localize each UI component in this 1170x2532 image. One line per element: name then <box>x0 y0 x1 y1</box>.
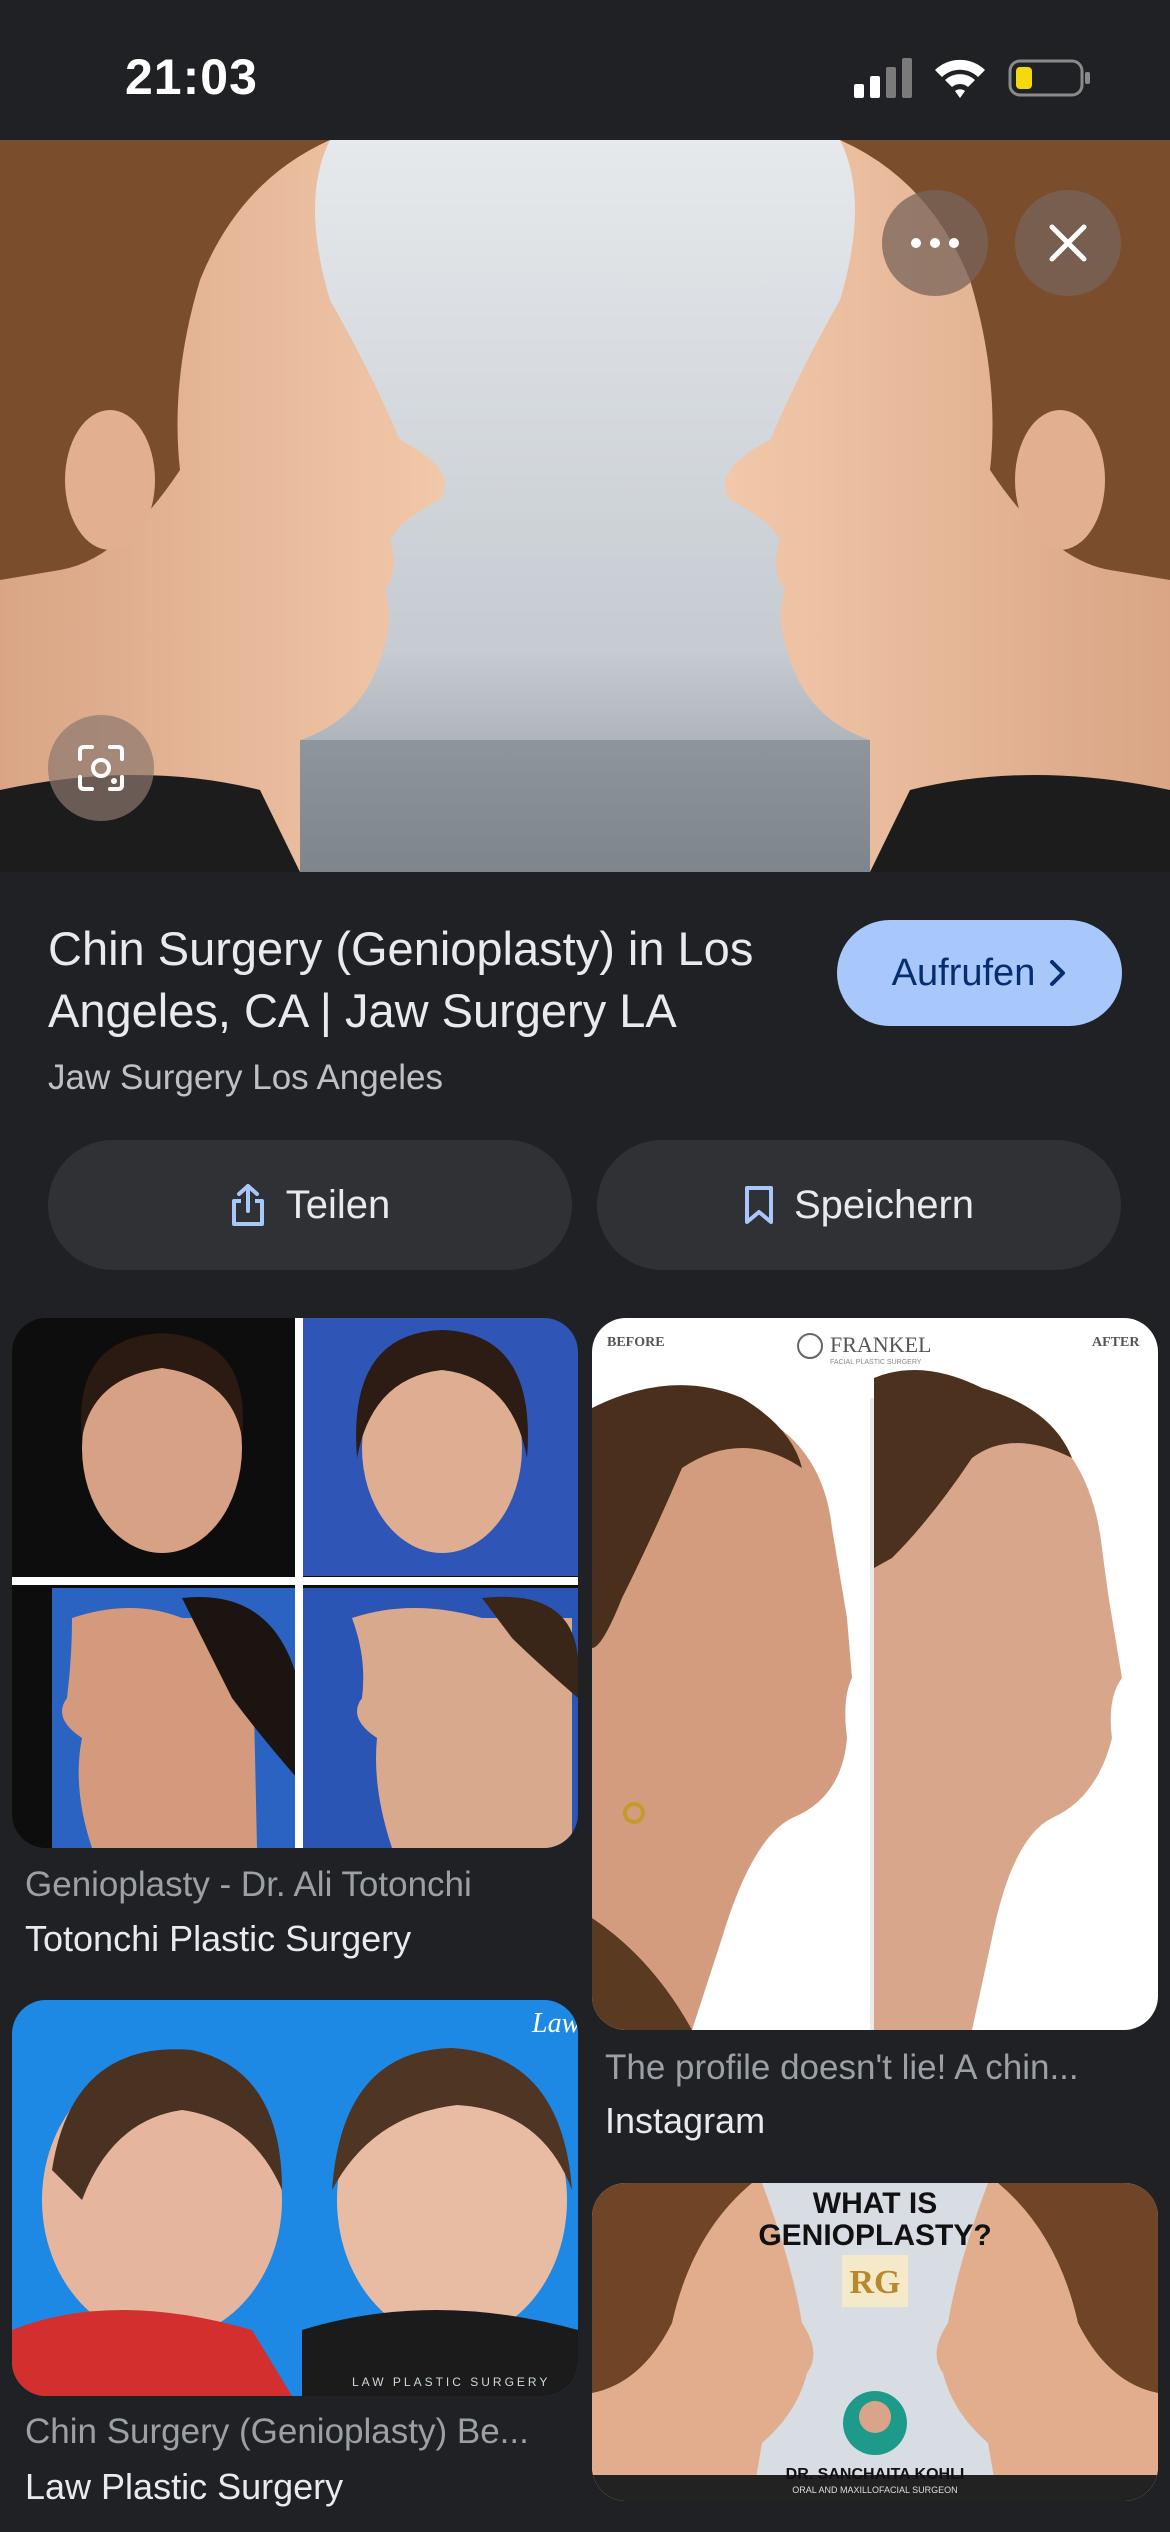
card-photo: Law LAW PLASTIC SURGERY <box>12 2000 578 2396</box>
overlay-doctor-name: DR. SANCHAITA KOHLI <box>786 2466 965 2483</box>
brand-sub-label: FACIAL PLASTIC SURGERY <box>830 1359 922 1366</box>
close-icon <box>1049 224 1087 262</box>
overlay-title-2: GENIOPLASTY? <box>758 2219 991 2252</box>
visit-button[interactable]: Aufrufen <box>837 920 1122 1026</box>
card-caption: Chin Surgery (Genioplasty) Be... <box>25 2412 529 2451</box>
hero-photo <box>0 140 1170 872</box>
brand-label: FRANKEL <box>830 1332 931 1357</box>
share-button-label: Teilen <box>285 1182 391 1227</box>
after-label: AFTER <box>1092 1335 1140 1350</box>
before-label: BEFORE <box>607 1335 665 1350</box>
lens-search-button[interactable] <box>48 715 154 821</box>
card-photo <box>12 1318 578 1848</box>
result-card-image[interactable] <box>12 1318 578 1848</box>
status-time: 21:03 <box>125 49 258 105</box>
bookmark-icon <box>744 1186 773 1224</box>
hero-image[interactable] <box>0 140 1170 872</box>
card-caption: The profile doesn't lie! A chin... <box>605 2048 1079 2087</box>
card-site[interactable]: Law Plastic Surgery <box>25 2466 343 2508</box>
result-card-image[interactable]: WHAT IS GENIOPLASTY? RG DR. SANCHAITA KO… <box>592 2183 1158 2501</box>
save-button[interactable]: Speichern <box>597 1140 1121 1270</box>
card-site[interactable]: Totonchi Plastic Surgery <box>25 1918 411 1960</box>
visit-button-label: Aufrufen <box>891 951 1036 994</box>
rg-logo: RG <box>850 2264 901 2301</box>
overlay-doctor-role: ORAL AND MAXILLOFACIAL SURGEON <box>792 2485 957 2495</box>
card-photo: WHAT IS GENIOPLASTY? RG DR. SANCHAITA KO… <box>592 2183 1158 2501</box>
chevron-right-icon <box>1050 960 1066 986</box>
card-photo: BEFORE AFTER FRANKEL FACIAL PLASTIC SURG… <box>592 1318 1158 2030</box>
close-button[interactable] <box>1015 190 1121 296</box>
card-site[interactable]: Instagram <box>605 2100 765 2142</box>
card-caption: Genioplasty - Dr. Ali Totonchi <box>25 1865 472 1904</box>
battery-icon <box>1008 59 1090 97</box>
share-icon <box>231 1184 264 1226</box>
result-card-image[interactable]: BEFORE AFTER FRANKEL FACIAL PLASTIC SURG… <box>592 1318 1158 2030</box>
result-source: Jaw Surgery Los Angeles <box>48 1058 443 1097</box>
share-button[interactable]: Teilen <box>48 1140 572 1270</box>
more-options-button[interactable] <box>882 190 988 296</box>
lens-icon <box>78 745 124 791</box>
wifi-icon <box>935 59 985 98</box>
more-icon <box>911 238 959 248</box>
save-button-label: Speichern <box>793 1182 975 1227</box>
result-title[interactable]: Chin Surgery (Genioplasty) in Los Angele… <box>48 918 828 1042</box>
signal-icon <box>854 58 912 98</box>
status-bar: 21:03 <box>0 0 1170 140</box>
overlay-title-1: WHAT IS <box>813 2187 937 2220</box>
law-watermark: LAW PLASTIC SURGERY <box>352 2375 550 2389</box>
law-logo: Law <box>531 2008 578 2039</box>
result-card-image[interactable]: Law LAW PLASTIC SURGERY <box>12 2000 578 2396</box>
